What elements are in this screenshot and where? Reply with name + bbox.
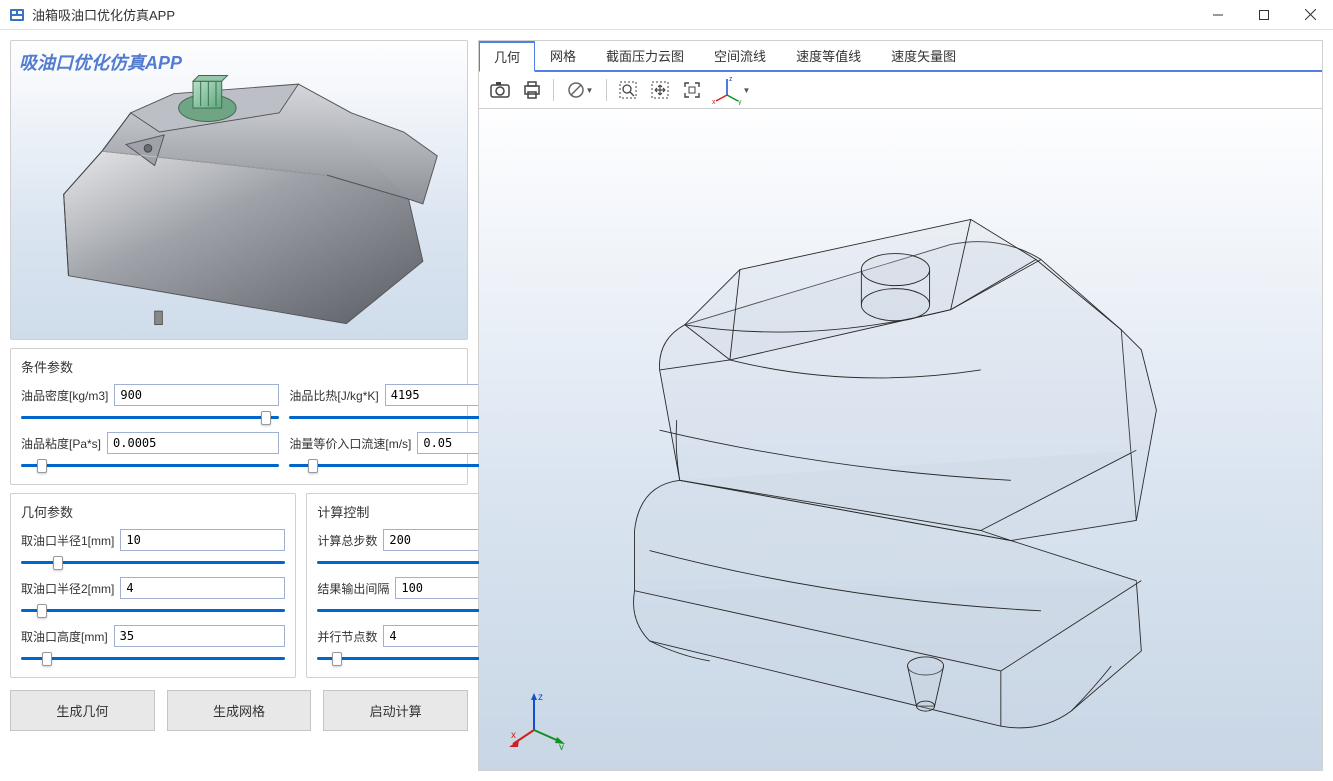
svg-text:y: y: [559, 742, 564, 750]
tab-mesh[interactable]: 网格: [535, 41, 591, 70]
close-button[interactable]: [1287, 0, 1333, 30]
camera-icon[interactable]: [485, 76, 515, 104]
action-buttons: 生成几何 生成网格 启动计算: [10, 690, 468, 731]
toolbar-separator: [553, 79, 554, 101]
inletvel-label: 油量等价入口流速[m/s]: [289, 435, 411, 452]
tab-velocity-contour[interactable]: 速度等值线: [781, 41, 876, 70]
specheat-label: 油品比热[J/kg*K]: [289, 387, 378, 404]
svg-text:x: x: [712, 99, 716, 105]
group-title: 几何参数: [21, 502, 285, 521]
generate-geometry-button[interactable]: 生成几何: [10, 690, 155, 731]
app-icon: [8, 6, 26, 24]
pan-icon[interactable]: [645, 76, 675, 104]
svg-text:z: z: [538, 692, 543, 703]
steps-label: 计算总步数: [317, 532, 377, 549]
svg-text:x: x: [511, 730, 516, 741]
wireframe-render: [479, 109, 1322, 770]
tab-pressure[interactable]: 截面压力云图: [591, 41, 699, 70]
viscosity-input[interactable]: [107, 432, 279, 454]
run-compute-button[interactable]: 启动计算: [323, 690, 468, 731]
density-slider[interactable]: [21, 410, 279, 426]
titlebar: 油箱吸油口优化仿真APP: [0, 0, 1333, 30]
conditions-group: 条件参数 油品密度[kg/m3] 油品粘度[Pa*s]: [10, 348, 468, 485]
viewport-toolbar: ▼ z y x ▼: [479, 72, 1322, 109]
density-input[interactable]: [114, 384, 279, 406]
group-title: 条件参数: [21, 357, 457, 376]
hide-icon[interactable]: ▼: [560, 76, 600, 104]
fit-icon[interactable]: [677, 76, 707, 104]
viscosity-slider[interactable]: [21, 458, 279, 474]
svg-text:y: y: [738, 99, 742, 105]
chevron-down-icon: ▼: [743, 86, 751, 95]
axes-gizmo: z y x: [509, 690, 569, 750]
model-preview[interactable]: 吸油口优化仿真APP: [10, 40, 468, 340]
zoom-box-icon[interactable]: [613, 76, 643, 104]
preview-model-render: [11, 41, 467, 328]
viscosity-label: 油品粘度[Pa*s]: [21, 435, 101, 452]
right-panel: 几何 网格 截面压力云图 空间流线 速度等值线 速度矢量图 ▼: [478, 40, 1323, 771]
result-tabs: 几何 网格 截面压力云图 空间流线 速度等值线 速度矢量图: [479, 41, 1322, 72]
r2-label: 取油口半径2[mm]: [21, 580, 114, 597]
tab-geometry[interactable]: 几何: [479, 41, 535, 72]
r2-slider[interactable]: [21, 603, 285, 619]
nodes-label: 并行节点数: [317, 628, 377, 645]
density-label: 油品密度[kg/m3]: [21, 387, 108, 404]
tab-streamline[interactable]: 空间流线: [699, 41, 781, 70]
window-controls: [1195, 0, 1333, 30]
axes-orientation-icon[interactable]: z y x ▼: [709, 76, 753, 104]
left-panel: 吸油口优化仿真APP: [0, 30, 478, 781]
minimize-button[interactable]: [1195, 0, 1241, 30]
h-label: 取油口高度[mm]: [21, 628, 108, 645]
interval-label: 结果输出间隔: [317, 580, 389, 597]
generate-mesh-button[interactable]: 生成网格: [167, 690, 312, 731]
r1-label: 取油口半径1[mm]: [21, 532, 114, 549]
print-icon[interactable]: [517, 76, 547, 104]
viewport-3d[interactable]: z y x: [479, 109, 1322, 770]
geometry-group: 几何参数 取油口半径1[mm] 取油口半径2[mm]: [10, 493, 296, 678]
toolbar-separator: [606, 79, 607, 101]
h-input[interactable]: [114, 625, 286, 647]
r1-slider[interactable]: [21, 555, 285, 571]
r1-input[interactable]: [120, 529, 285, 551]
chevron-down-icon: ▼: [586, 86, 594, 95]
r2-input[interactable]: [120, 577, 285, 599]
h-slider[interactable]: [21, 651, 285, 667]
svg-text:z: z: [729, 76, 733, 83]
maximize-button[interactable]: [1241, 0, 1287, 30]
window-title: 油箱吸油口优化仿真APP: [32, 5, 1195, 24]
tab-velocity-vector[interactable]: 速度矢量图: [876, 41, 971, 70]
